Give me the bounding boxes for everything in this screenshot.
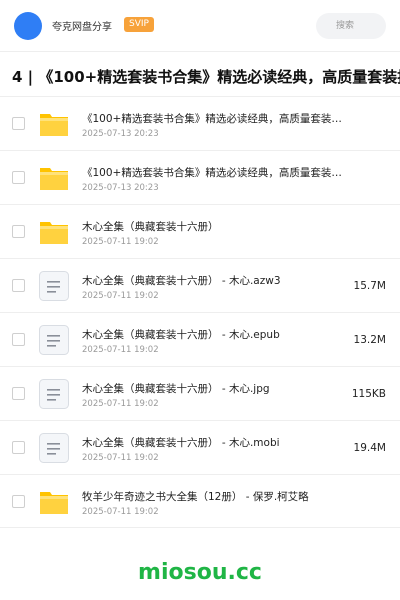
file-checkbox[interactable]	[12, 225, 25, 238]
file-row[interactable]: 《100+精选套装书合集》精选必读经典，高质量套装… 2025-07-13 20:…	[0, 96, 400, 150]
file-checkbox[interactable]	[12, 333, 25, 346]
watermark: miosou.cc	[138, 560, 262, 585]
file-name: 木心全集（典藏套装十六册） - 木心.jpg	[82, 383, 270, 395]
document-icon	[38, 270, 70, 302]
file-size: 13.2M	[353, 334, 386, 346]
file-list: 《100+精选套装书合集》精选必读经典，高质量套装… 2025-07-13 20:…	[0, 96, 400, 528]
file-checkbox[interactable]	[12, 117, 25, 130]
file-date: 2025-07-11 19:02	[82, 237, 159, 247]
file-name: 木心全集（典藏套装十六册） - 木心.azw3	[82, 275, 281, 287]
file-name: 木心全集（典藏套装十六册） - 木心.epub	[82, 329, 280, 341]
folder-icon	[38, 216, 70, 248]
folder-icon	[38, 108, 70, 140]
folder-icon	[38, 486, 70, 518]
file-row[interactable]: 牧羊少年奇迹之书大全集（12册） - 保罗.柯艾略 2025-07-11 19:0…	[0, 474, 400, 528]
vip-badge: SVIP	[124, 17, 154, 32]
file-date: 2025-07-11 19:02	[82, 507, 159, 517]
username: 夸克网盘分享	[52, 22, 112, 33]
document-icon	[38, 378, 70, 410]
file-row[interactable]: 木心全集（典藏套装十六册） - 木心.azw3 2025-07-11 19:02 1…	[0, 258, 400, 312]
file-checkbox[interactable]	[12, 171, 25, 184]
file-row[interactable]: 木心全集（典藏套装十六册） 2025-07-11 19:02	[0, 204, 400, 258]
search-button[interactable]: 搜索	[316, 13, 386, 39]
file-date: 2025-07-11 19:02	[82, 291, 159, 301]
file-row[interactable]: 《100+精选套装书合集》精选必读经典，高质量套装… 2025-07-13 20:…	[0, 150, 400, 204]
file-row[interactable]: 木心全集（典藏套装十六册） - 木心.jpg 2025-07-11 19:02 11…	[0, 366, 400, 420]
file-size: 15.7M	[353, 280, 386, 292]
folder-icon	[38, 162, 70, 194]
file-name: 木心全集（典藏套装十六册）	[82, 221, 219, 233]
file-size: 115KB	[351, 388, 386, 400]
file-checkbox[interactable]	[12, 441, 25, 454]
top-bar: 夸克网盘分享 SVIP 搜索	[0, 0, 400, 52]
file-name: 木心全集（典藏套装十六册） - 木心.mobi	[82, 437, 280, 449]
file-date: 2025-07-13 20:23	[82, 129, 159, 139]
document-icon	[38, 432, 70, 464]
file-date: 2025-07-13 20:23	[82, 183, 159, 193]
file-name: 《100+精选套装书合集》精选必读经典，高质量套装…	[82, 113, 342, 125]
avatar[interactable]	[14, 12, 42, 40]
file-name: 牧羊少年奇迹之书大全集（12册） - 保罗.柯艾略	[82, 491, 309, 503]
file-date: 2025-07-11 19:02	[82, 453, 159, 463]
file-date: 2025-07-11 19:02	[82, 399, 159, 409]
file-row[interactable]: 木心全集（典藏套装十六册） - 木心.mobi 2025-07-11 19:02 1…	[0, 420, 400, 474]
file-checkbox[interactable]	[12, 387, 25, 400]
file-name: 《100+精选套装书合集》精选必读经典，高质量套装…	[82, 167, 342, 179]
file-checkbox[interactable]	[12, 495, 25, 508]
file-size: 19.4M	[353, 442, 386, 454]
file-date: 2025-07-11 19:02	[82, 345, 159, 355]
page-title: 4 | 《100+精选套装书合集》精选必读经典，高质量套装推	[12, 68, 400, 86]
file-checkbox[interactable]	[12, 279, 25, 292]
file-row[interactable]: 木心全集（典藏套装十六册） - 木心.epub 2025-07-11 19:02 1…	[0, 312, 400, 366]
document-icon	[38, 324, 70, 356]
